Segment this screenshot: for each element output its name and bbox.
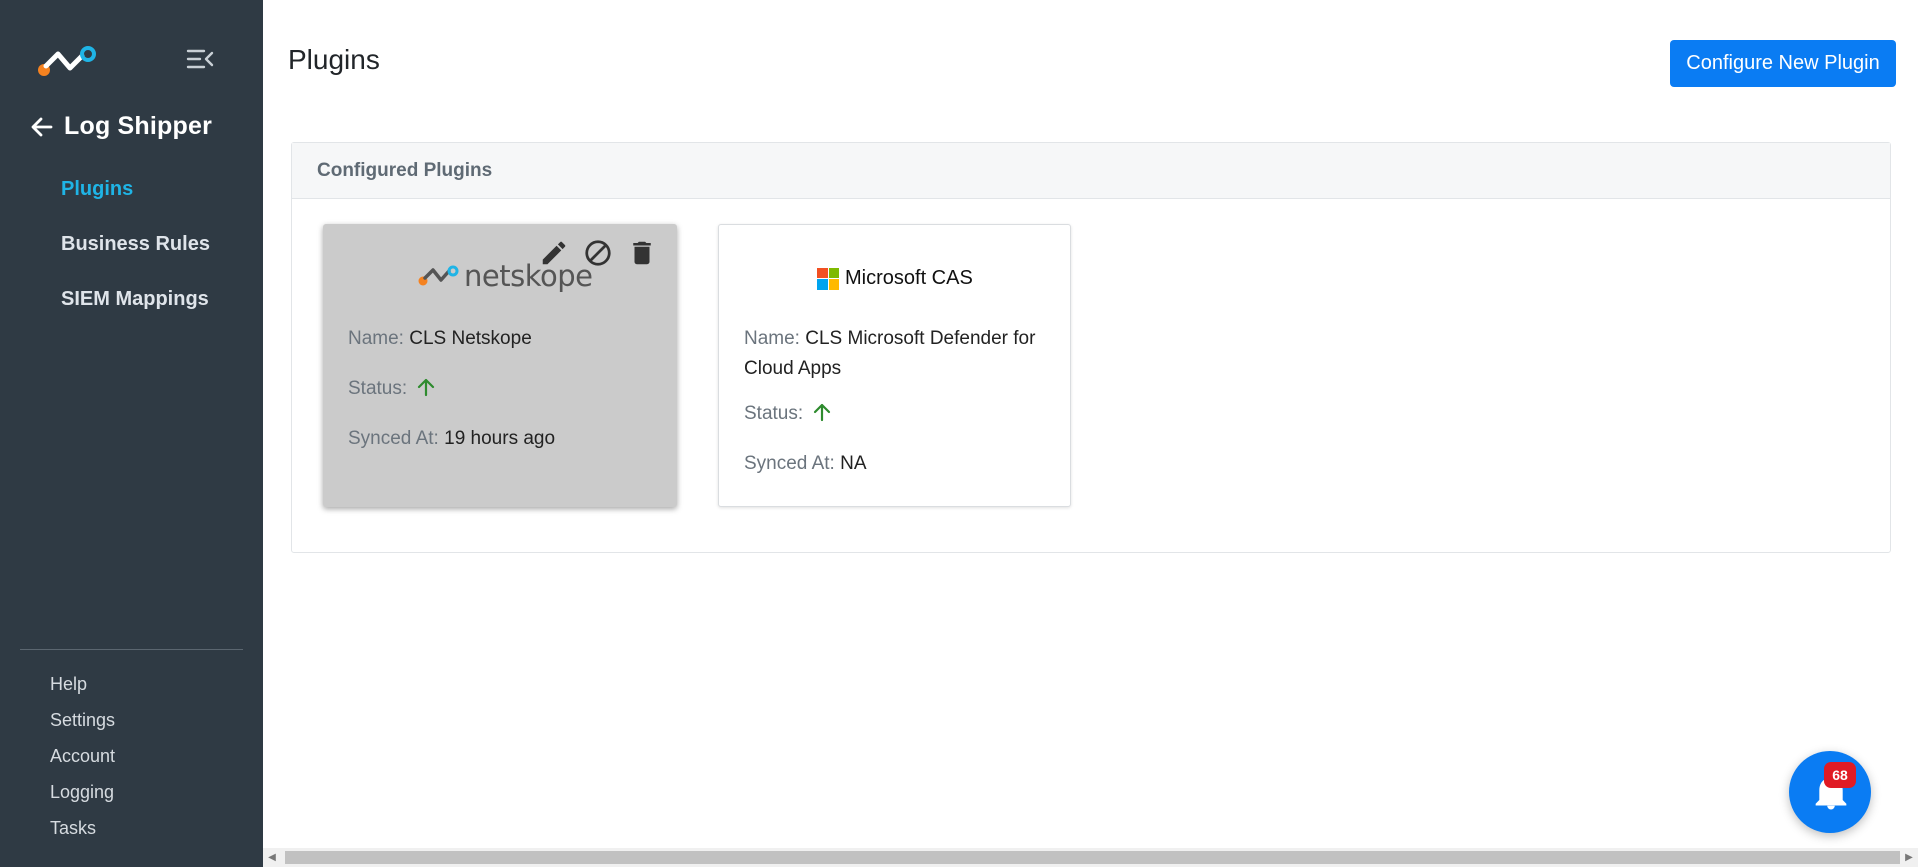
plugin-name: CLS Netskope <box>409 328 532 349</box>
synced-label: Synced At: <box>348 428 439 449</box>
scroll-right-icon[interactable]: ▶ <box>1900 848 1918 867</box>
arrow-up-icon <box>416 377 436 397</box>
synced-label: Synced At: <box>744 453 835 474</box>
sidebar-bottom-nav: Help Settings Account Logging Tasks <box>50 670 115 850</box>
sidebar-item-account[interactable]: Account <box>50 742 115 778</box>
name-label: Name: <box>348 328 404 349</box>
sidebar: Log Shipper Plugins Business Rules SIEM … <box>0 0 263 867</box>
sidebar-item-plugins[interactable]: Plugins <box>61 172 210 227</box>
plugin-card-microsoft-cas[interactable]: Microsoft CAS Name: CLS Microsoft Defend… <box>718 224 1071 507</box>
configure-new-plugin-button[interactable]: Configure New Plugin <box>1670 40 1896 87</box>
sidebar-item-logging[interactable]: Logging <box>50 778 115 814</box>
horizontal-scrollbar[interactable]: ◀ ▶ <box>263 848 1918 867</box>
microsoft-cas-logo-text: Microsoft CAS <box>845 267 973 289</box>
plugin-status-field: Status: <box>348 374 436 404</box>
status-label: Status: <box>744 403 804 424</box>
plugin-card-netskope[interactable]: netskope Name: CLS Netskope Status: Sync… <box>323 224 677 507</box>
microsoft-cas-logo: Microsoft CAS <box>817 267 973 290</box>
arrow-up-icon <box>812 402 832 422</box>
back-to-log-shipper[interactable]: Log Shipper <box>30 112 212 141</box>
app-logo[interactable] <box>38 44 100 78</box>
synced-value: NA <box>840 453 867 474</box>
plugin-name-field: Name: CLS Netskope <box>348 324 532 354</box>
name-label: Name: <box>744 328 800 349</box>
arrow-left-icon <box>31 117 53 136</box>
plugin-name-continued: Cloud Apps <box>744 358 842 379</box>
delete-icon[interactable] <box>627 238 657 268</box>
synced-value: 19 hours ago <box>444 428 556 449</box>
sidebar-item-tasks[interactable]: Tasks <box>50 814 115 850</box>
plugin-name: CLS Microsoft Defender for <box>805 328 1036 349</box>
panel-title: Configured Plugins <box>292 143 1890 199</box>
plugin-synced-field: Synced At: 19 hours ago <box>348 424 555 454</box>
sidebar-item-business-rules[interactable]: Business Rules <box>61 227 210 282</box>
sidebar-item-settings[interactable]: Settings <box>50 706 115 742</box>
section-title: Log Shipper <box>64 112 213 140</box>
netskope-logo: netskope <box>418 259 593 293</box>
scroll-left-icon[interactable]: ◀ <box>263 848 281 867</box>
netskope-logo-text: netskope <box>464 259 593 293</box>
sidebar-item-help[interactable]: Help <box>50 670 115 706</box>
sidebar-nav: Plugins Business Rules SIEM Mappings <box>61 172 210 337</box>
plugin-synced-field: Synced At: NA <box>744 449 867 479</box>
page-title: Plugins <box>288 44 380 75</box>
collapse-sidebar-icon[interactable] <box>186 48 214 70</box>
sidebar-item-siem-mappings[interactable]: SIEM Mappings <box>61 282 210 337</box>
notification-count-badge: 68 <box>1824 762 1856 788</box>
configured-plugins-panel: Configured Plugins netskope Name: CLS Ne <box>291 142 1891 553</box>
plugin-status-field: Status: <box>744 399 832 429</box>
scrollbar-thumb[interactable] <box>285 851 1900 864</box>
microsoft-logo-icon <box>817 267 839 290</box>
status-label: Status: <box>348 378 408 399</box>
plugin-name-field: Name: CLS Microsoft Defender for Cloud A… <box>744 324 1035 384</box>
sidebar-divider <box>20 649 243 650</box>
